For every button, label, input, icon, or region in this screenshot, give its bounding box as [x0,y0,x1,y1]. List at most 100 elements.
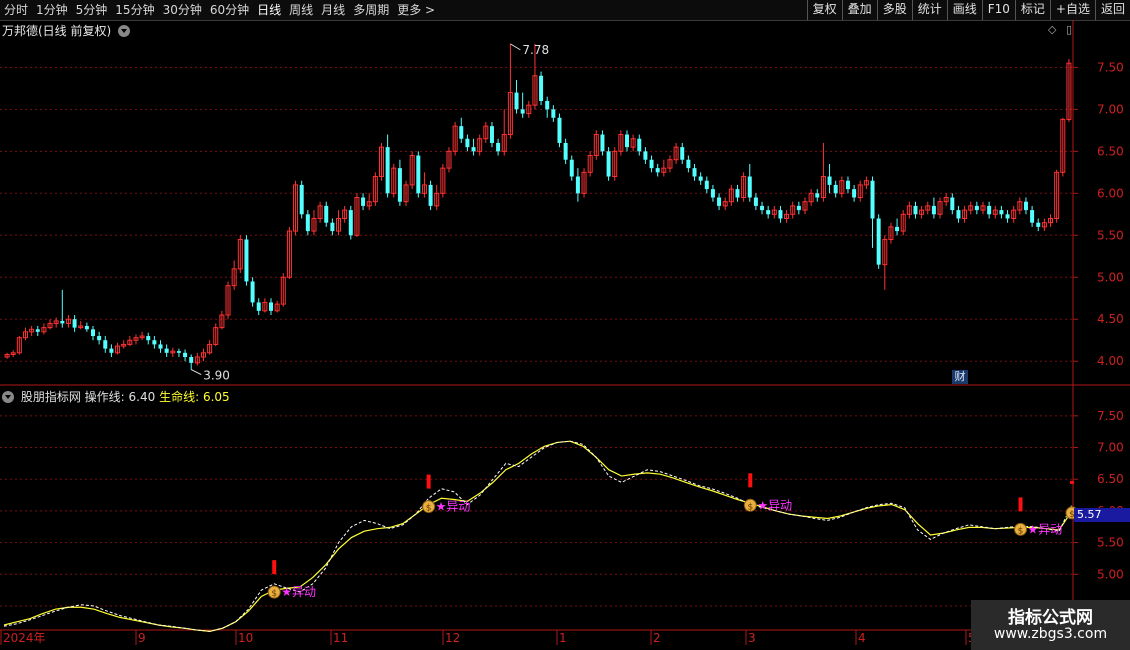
candle-body [244,239,249,282]
candle-body [471,147,476,152]
indicator-name: 股朋指标网 [20,390,81,404]
indicator-title-bar: 股朋指标网 操作线: 6.40 生命线: 6.05 [2,388,230,405]
candle-body [256,302,261,311]
life-line-value: 6.05 [202,390,230,404]
candle-body [563,142,568,160]
date-label: 4 [858,631,866,645]
candle-body [109,348,114,353]
candle-body [189,357,194,363]
candle-body [459,126,464,139]
candle-body [760,205,765,211]
candle-body [913,205,918,215]
candle-body [852,189,857,198]
ind-axis-label: 6.50 [1097,472,1124,486]
candle-body [1023,201,1028,211]
candle-body [91,329,95,337]
candle-body [557,117,562,143]
candle-body [950,197,955,211]
price-axis-label: 4.00 [1097,354,1124,368]
date-label: 3 [748,631,756,645]
candle-body [1005,214,1010,219]
money-bag-glyph: $ [747,502,753,512]
price-axis-label: 6.00 [1097,186,1124,200]
watermark: 指标公式网 www.zbgs3.com [971,600,1130,650]
low-price-label: 3.90 [203,369,230,383]
price-axis-label: 7.00 [1097,102,1124,116]
date-label: 9 [138,631,146,645]
date-label: 2024年 [3,631,46,645]
ind-axis-label: 7.00 [1097,441,1124,455]
candle-body [735,189,740,198]
op-line-value: 6.40 [128,390,156,404]
candle-body [717,197,722,206]
candle-body [796,205,801,211]
candle-body [385,147,390,194]
candle-body [299,184,304,215]
money-bag-glyph: $ [1018,526,1024,536]
candle-body [183,352,188,358]
candle-body [97,336,102,341]
candle-body [489,126,494,143]
candle-body [747,176,752,198]
candle-body [514,92,519,110]
candle-body [655,168,660,173]
current-value-tag: 5.57 [1074,508,1130,522]
candle-body [692,168,697,177]
candle-body [146,336,151,341]
candle-body [766,210,771,215]
candle-body [269,302,273,311]
price-axis-label: 4.50 [1097,312,1124,326]
candle-body [625,134,629,148]
low-pointer [190,369,202,376]
candle-body [152,340,157,345]
candle-body [330,222,335,232]
candle-body [870,180,875,219]
candle-body [35,329,40,332]
signal-bar [1070,480,1074,484]
candle-body [815,193,820,198]
candle-body [606,151,611,177]
signal-bar [748,473,753,488]
candle-body [643,151,648,160]
candle-body [575,176,580,194]
finance-badge[interactable]: 财 [952,370,968,384]
candle-body [164,348,169,353]
watermark-title: 指标公式网 [1008,608,1093,628]
money-bag-glyph: $ [271,589,277,599]
price-axis-label: 5.00 [1097,270,1124,284]
candle-body [84,325,89,330]
candle-body [637,138,642,152]
candle-body [569,159,574,177]
candle-body [931,205,936,215]
candle-body [551,109,556,118]
signal-bar [1018,497,1023,512]
candle-body [60,320,65,324]
signal-bar [272,560,277,575]
signal-label: ★异动 [1028,522,1063,536]
ind-axis-label: 7.50 [1097,409,1124,423]
price-axis-label: 7.50 [1097,60,1124,74]
candle-body [324,205,329,223]
high-pointer [510,43,521,51]
watermark-url: www.zbgs3.com [993,626,1108,642]
candle-body [416,155,421,194]
candle-body [72,319,77,328]
candle-body [704,180,709,190]
signal-label: ★异动 [757,498,792,512]
candle-body [600,134,605,152]
op-line [3,440,1073,632]
date-label: 10 [238,631,253,645]
candle-body [710,189,715,198]
high-price-label: 7.78 [522,43,549,57]
candle-body [496,142,501,152]
candle-body [305,214,310,232]
chevron-down-icon[interactable] [2,391,14,403]
candle-body [649,159,654,169]
candle-body [539,75,544,101]
candle-body [686,159,691,169]
date-label: 11 [333,631,348,645]
candle-body [520,109,525,114]
candle-body [103,340,108,349]
candle-body [361,197,366,206]
candle-body [876,218,881,265]
